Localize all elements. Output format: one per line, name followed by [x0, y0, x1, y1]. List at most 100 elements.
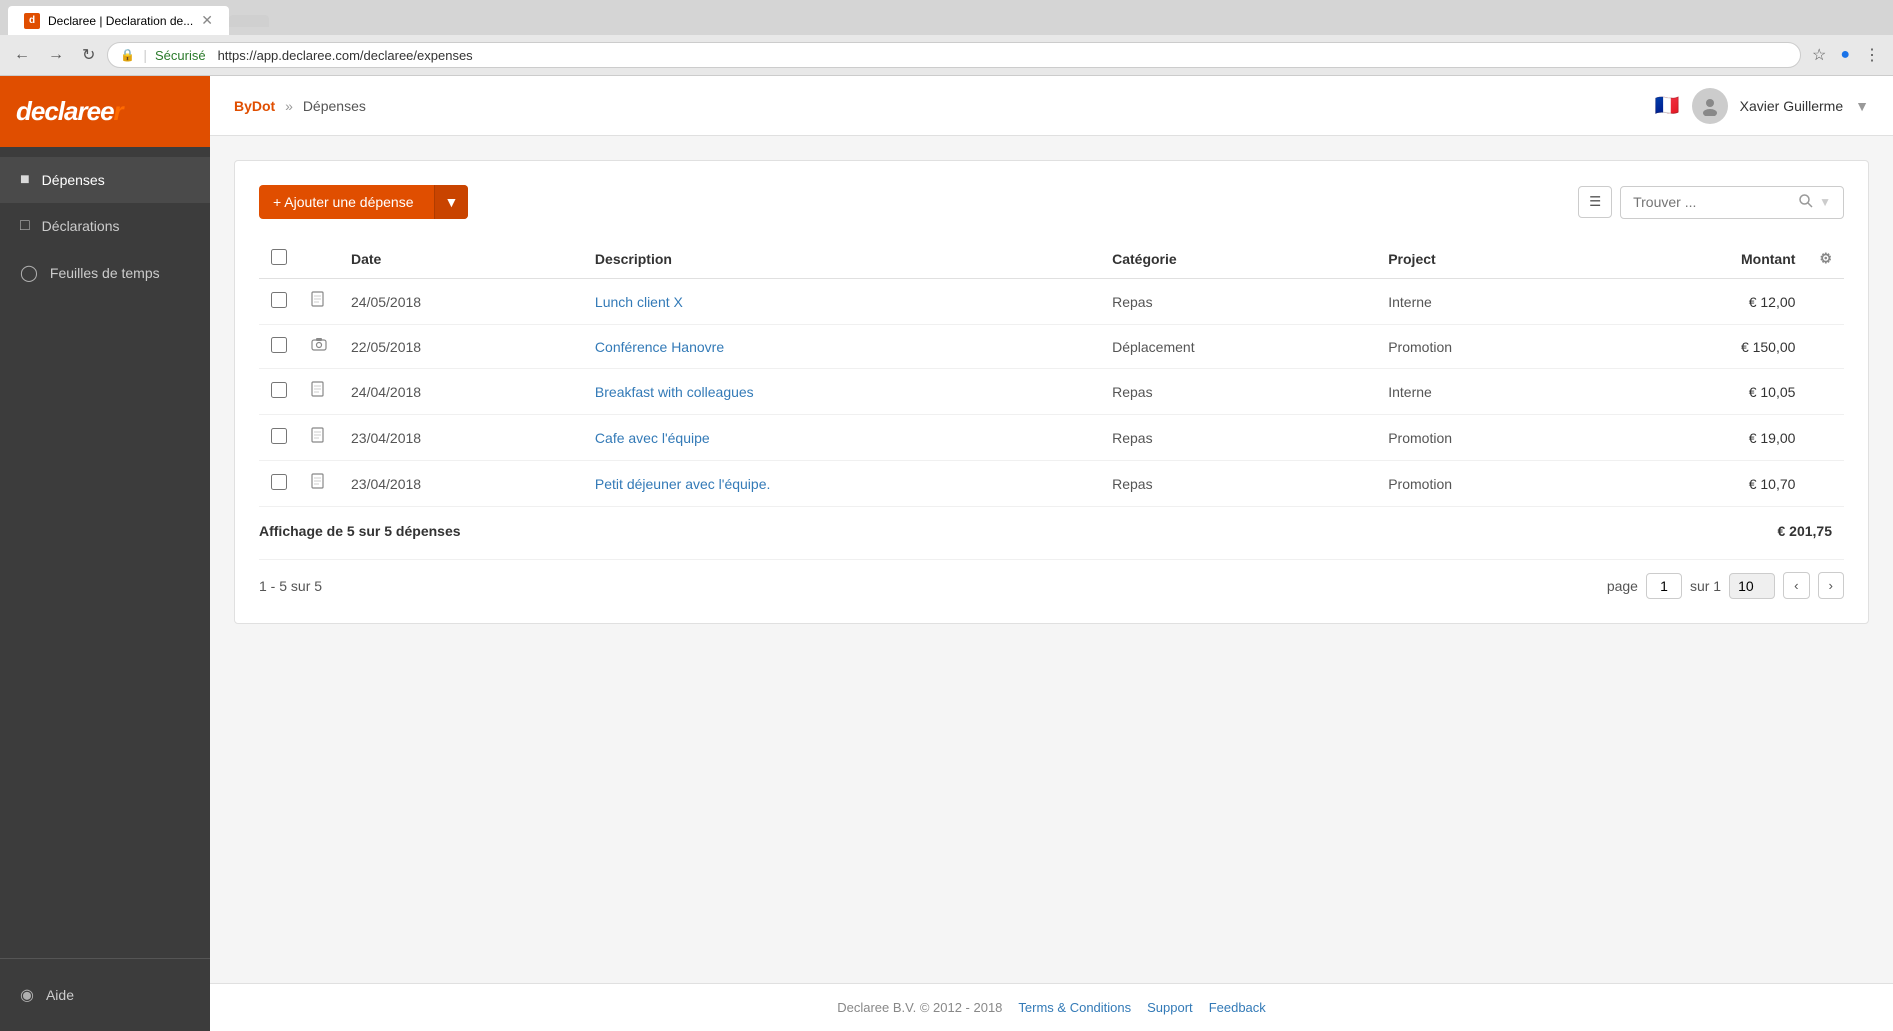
toolbar-right: ☰ ▼ — [1578, 186, 1844, 219]
terms-link[interactable]: Terms & Conditions — [1018, 1000, 1131, 1015]
row-description-4: Petit déjeuner avec l'équipe. — [583, 461, 1100, 507]
pagination-range: 1 - 5 sur 5 — [259, 578, 322, 594]
sidebar-item-declarations-label: Déclarations — [42, 218, 120, 234]
row-checkbox-0[interactable] — [271, 292, 287, 308]
row-actions-3 — [1807, 415, 1844, 461]
back-button[interactable]: ← — [8, 42, 36, 68]
row-montant-1: € 150,00 — [1604, 325, 1808, 369]
col-header-description: Description — [583, 239, 1100, 279]
row-checkbox-cell — [259, 461, 299, 507]
empty-tab[interactable] — [229, 15, 269, 27]
search-input[interactable] — [1633, 194, 1793, 210]
row-receipt-cell — [299, 279, 339, 325]
table-row: 24/05/2018 Lunch client X Repas Interne … — [259, 279, 1844, 325]
browser-tab-bar: d Declaree | Declaration de... ✕ — [0, 0, 1893, 35]
row-checkbox-2[interactable] — [271, 382, 287, 398]
tab-favicon: d — [24, 13, 40, 29]
receipt-icon-1 — [311, 338, 327, 355]
list-view-button[interactable]: ☰ — [1578, 186, 1612, 218]
breadcrumb-org[interactable]: ByDot — [234, 98, 275, 114]
select-all-checkbox[interactable] — [271, 249, 287, 265]
secure-label: Sécurisé — [155, 48, 206, 63]
user-name[interactable]: Xavier Guillerme — [1740, 98, 1843, 114]
add-expense-dropdown-arrow[interactable]: ▼ — [434, 185, 469, 219]
url-input[interactable] — [218, 48, 1788, 63]
add-expense-button[interactable]: + Ajouter une dépense ▼ — [259, 185, 468, 219]
receipt-icon-0 — [311, 294, 324, 311]
row-project-1: Promotion — [1376, 325, 1604, 369]
aide-icon: ◉ — [20, 985, 34, 1005]
expense-link-2[interactable]: Breakfast with colleagues — [595, 384, 754, 400]
expense-link-3[interactable]: Cafe avec l'équipe — [595, 430, 710, 446]
sidebar-nav: ■ Dépenses □ Déclarations ◯ Feuilles de … — [0, 147, 210, 958]
search-dropdown-arrow[interactable]: ▼ — [1819, 195, 1831, 209]
row-montant-4: € 10,70 — [1604, 461, 1808, 507]
secure-icon: 🔒 — [120, 48, 135, 62]
sidebar: declareer ■ Dépenses □ Déclarations ◯ Fe… — [0, 76, 210, 1031]
row-project-4: Promotion — [1376, 461, 1604, 507]
tab-close-button[interactable]: ✕ — [201, 12, 213, 29]
row-checkbox-4[interactable] — [271, 474, 287, 490]
row-description-1: Conférence Hanovre — [583, 325, 1100, 369]
feuilles-icon: ◯ — [20, 263, 38, 283]
search-box: ▼ — [1620, 186, 1844, 219]
bookmark-button[interactable]: ☆ — [1807, 41, 1831, 69]
expense-link-1[interactable]: Conférence Hanovre — [595, 339, 724, 355]
table-row: 23/04/2018 Cafe avec l'équipe Repas Prom… — [259, 415, 1844, 461]
address-bar[interactable]: 🔒 | Sécurisé — [107, 42, 1801, 68]
row-date-3: 23/04/2018 — [339, 415, 583, 461]
feedback-link[interactable]: Feedback — [1209, 1000, 1266, 1015]
chrome-menu-button[interactable]: ⋮ — [1859, 41, 1885, 69]
col-header-checkbox — [259, 239, 299, 279]
add-expense-label: + Ajouter une dépense — [259, 185, 428, 219]
table-settings-icon[interactable]: ⚙ — [1819, 250, 1832, 266]
row-categorie-0: Repas — [1100, 279, 1376, 325]
sidebar-item-depenses[interactable]: ■ Dépenses — [0, 157, 210, 203]
toolbar: + Ajouter une dépense ▼ ☰ ▼ — [259, 185, 1844, 219]
extensions-button[interactable]: ● — [1835, 42, 1855, 68]
address-separator: | — [143, 47, 147, 63]
row-checkbox-1[interactable] — [271, 337, 287, 353]
page-number-input[interactable] — [1646, 573, 1682, 599]
sidebar-item-aide[interactable]: ◉ Aide — [20, 975, 190, 1015]
row-checkbox-cell — [259, 369, 299, 415]
row-receipt-cell — [299, 415, 339, 461]
row-checkbox-cell — [259, 325, 299, 369]
active-browser-tab[interactable]: d Declaree | Declaration de... ✕ — [8, 6, 229, 35]
expense-link-4[interactable]: Petit déjeuner avec l'équipe. — [595, 476, 770, 492]
depenses-icon: ■ — [20, 171, 30, 189]
row-checkbox-3[interactable] — [271, 428, 287, 444]
prev-page-button[interactable]: ‹ — [1783, 572, 1809, 599]
expenses-table: Date Description Catégorie Project Monta… — [259, 239, 1844, 507]
row-categorie-2: Repas — [1100, 369, 1376, 415]
per-page-select[interactable]: 10 25 50 — [1729, 573, 1775, 599]
row-checkbox-cell — [259, 415, 299, 461]
receipt-icon-3 — [311, 430, 324, 447]
sidebar-item-declarations[interactable]: □ Déclarations — [0, 203, 210, 249]
support-link[interactable]: Support — [1147, 1000, 1193, 1015]
content-card: + Ajouter une dépense ▼ ☰ ▼ — [234, 160, 1869, 624]
receipt-icon-4 — [311, 476, 324, 493]
search-button[interactable] — [1799, 194, 1813, 211]
user-dropdown-arrow[interactable]: ▼ — [1855, 98, 1869, 114]
expense-link-0[interactable]: Lunch client X — [595, 294, 683, 310]
user-avatar[interactable] — [1692, 88, 1728, 124]
row-actions-0 — [1807, 279, 1844, 325]
forward-button[interactable]: → — [42, 42, 70, 68]
table-row: 23/04/2018 Petit déjeuner avec l'équipe.… — [259, 461, 1844, 507]
row-project-2: Interne — [1376, 369, 1604, 415]
refresh-button[interactable]: ↻ — [76, 41, 101, 69]
footer-copyright: Declaree B.V. © 2012 - 2018 — [837, 1000, 1002, 1015]
next-page-button[interactable]: › — [1818, 572, 1844, 599]
header-right: 🇫🇷 Xavier Guillerme ▼ — [1655, 88, 1869, 124]
col-header-categorie: Catégorie — [1100, 239, 1376, 279]
breadcrumb: ByDot » Dépenses — [234, 98, 366, 114]
row-date-0: 24/05/2018 — [339, 279, 583, 325]
row-project-0: Interne — [1376, 279, 1604, 325]
table-row: 24/04/2018 Breakfast with colleagues Rep… — [259, 369, 1844, 415]
sidebar-item-feuilles-label: Feuilles de temps — [50, 265, 160, 281]
language-flag[interactable]: 🇫🇷 — [1655, 93, 1680, 118]
row-checkbox-cell — [259, 279, 299, 325]
table-row: 22/05/2018 Conférence Hanovre Déplacemen… — [259, 325, 1844, 369]
sidebar-item-feuilles[interactable]: ◯ Feuilles de temps — [0, 249, 210, 297]
